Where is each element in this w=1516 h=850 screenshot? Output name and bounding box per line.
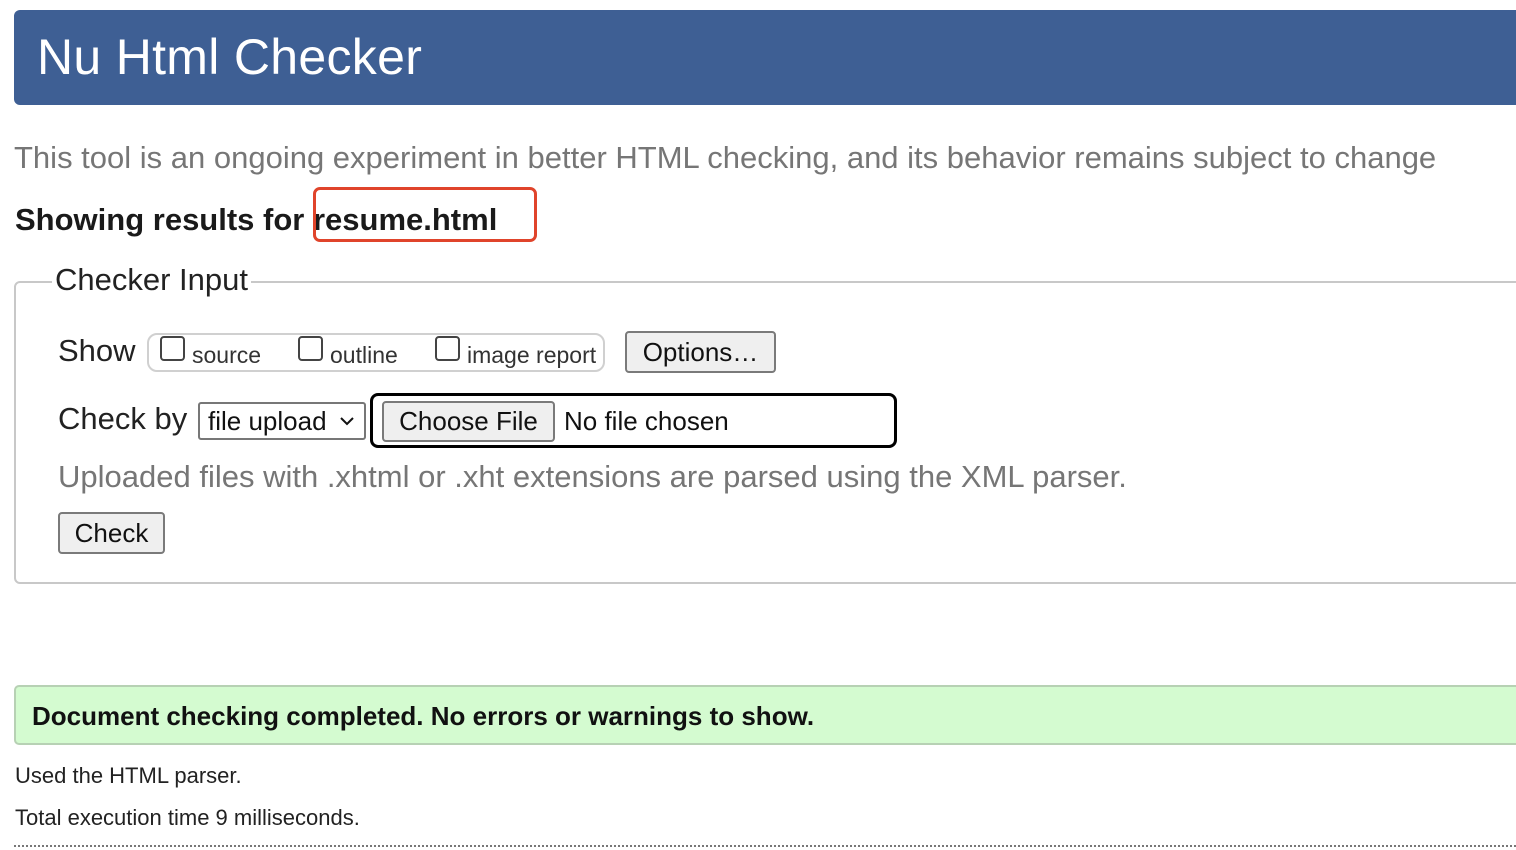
options-button[interactable]: Options… — [625, 331, 776, 373]
show-source-option[interactable]: source — [160, 336, 261, 369]
outline-checkbox[interactable] — [298, 336, 323, 361]
choose-file-button[interactable]: Choose File — [382, 401, 555, 442]
file-status: No file chosen — [564, 406, 729, 436]
results-prefix: Showing results for — [15, 202, 313, 237]
source-label: source — [192, 342, 262, 368]
dotted-divider — [14, 845, 1516, 847]
app-title: Nu Html Checker — [37, 29, 423, 85]
app-header: Nu Html Checker — [14, 10, 1516, 105]
success-message-box: Document checking completed. No errors o… — [14, 685, 1516, 745]
chevron-down-icon — [339, 410, 355, 438]
check-by-label: Check by — [58, 401, 188, 436]
parser-info: Used the HTML parser. — [15, 763, 242, 788]
show-image-report-option[interactable]: image report — [435, 336, 596, 369]
filename-highlight-box — [313, 187, 537, 242]
check-by-selected: file upload — [208, 405, 327, 436]
show-label: Show — [58, 333, 136, 368]
image-report-checkbox[interactable] — [435, 336, 460, 361]
show-outline-option[interactable]: outline — [298, 336, 398, 369]
intro-text: This tool is an ongoing experiment in be… — [14, 140, 1437, 175]
check-by-select[interactable]: file upload — [198, 402, 366, 440]
image-report-label: image report — [467, 342, 597, 368]
source-checkbox[interactable] — [160, 336, 185, 361]
outline-label: outline — [330, 342, 398, 368]
check-button[interactable]: Check — [58, 512, 165, 554]
xml-parser-note: Uploaded files with .xhtml or .xht exten… — [58, 459, 1127, 494]
success-message: Document checking completed. No errors o… — [32, 701, 815, 731]
execution-time: Total execution time 9 milliseconds. — [15, 805, 360, 830]
checker-input-legend: Checker Input — [52, 262, 251, 298]
